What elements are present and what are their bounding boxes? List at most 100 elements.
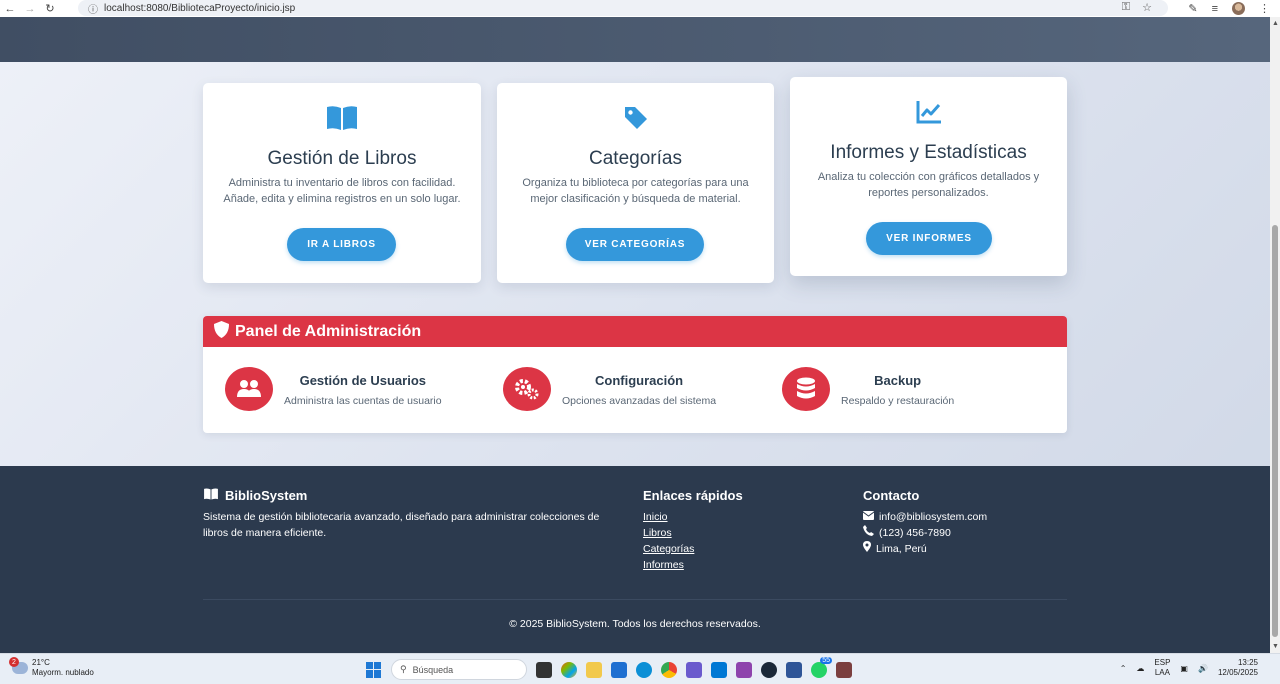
users-icon [225, 367, 273, 411]
footer-email: info@bibliosystem.com [879, 511, 988, 523]
card-description-line: mejor clasificación y búsqueda de materi… [530, 193, 741, 205]
admin-item-description: Opciones avanzadas del sistema [562, 395, 717, 407]
admin-panel-title: Panel de Administración [235, 322, 422, 340]
weather-temp: 21°C [32, 658, 50, 667]
footer-link-inicio[interactable]: Inicio [643, 509, 743, 525]
windows-start-icon[interactable] [366, 661, 382, 678]
steam-icon[interactable] [761, 661, 777, 678]
game-app-icon[interactable] [836, 661, 852, 678]
photo-app-icon[interactable] [686, 661, 702, 678]
admin-item-users[interactable]: Gestión de Usuarios Administra las cuent… [225, 367, 442, 411]
store-icon[interactable] [611, 661, 627, 678]
admin-item-settings[interactable]: Configuración Opciones avanzadas del sis… [503, 367, 716, 411]
weather-desc: Mayorm. nublado [32, 668, 94, 677]
copilot-icon[interactable] [561, 661, 577, 678]
clock-date: 12/05/2025 [1217, 668, 1258, 677]
extensions-icon[interactable]: ✎ [1188, 2, 1197, 15]
admin-item-title: Backup [874, 373, 922, 388]
card-title: Categorías [589, 148, 682, 169]
taskbar-search[interactable]: ⚲ Búsqueda [391, 659, 527, 680]
cloud-icon: 2 [9, 657, 28, 674]
admin-item-backup[interactable]: Backup Respaldo y restauración [782, 367, 954, 411]
search-icon: ⚲ [400, 664, 407, 674]
back-icon[interactable]: ← [0, 0, 20, 17]
scroll-thumb[interactable] [1272, 225, 1278, 637]
lang-bottom: LAA [1154, 668, 1170, 677]
chevron-up-icon[interactable]: ⌃ [1120, 664, 1127, 673]
address-bar[interactable]: ⓘ localhost:8080/BibliotecaProyecto/inic… [78, 0, 1168, 16]
envelope-icon [862, 509, 875, 525]
card-description-line: reportes personalizados. [868, 187, 989, 199]
site-info-icon[interactable]: ⓘ [88, 1, 98, 16]
browser-toolbar: ← → ↻ ⓘ localhost:8080/BibliotecaProyect… [0, 0, 1280, 17]
menu-dots-icon[interactable]: ⋮ [1259, 2, 1270, 15]
terminal-icon[interactable] [786, 661, 802, 678]
book-open-icon [203, 488, 219, 503]
task-view-icon[interactable] [536, 661, 552, 678]
reload-icon[interactable]: ↻ [40, 0, 60, 17]
footer-brand: BiblioSystem [225, 488, 308, 503]
whatsapp-badge: 55 [820, 656, 832, 664]
card-books: Gestión de Libros Administra tu inventar… [203, 83, 481, 283]
edge-icon[interactable] [636, 661, 652, 678]
tag-icon [497, 105, 774, 131]
scroll-up-arrow-icon[interactable]: ▲ [1272, 20, 1279, 27]
book-open-icon [203, 105, 481, 131]
windows-taskbar: 2 21°C Mayorm. nublado ⚲ Búsqueda 55 ⌃ ☁ [0, 653, 1280, 684]
admin-panel: Panel de Administración Gestión de Usuar… [203, 316, 1067, 433]
footer-divider [203, 599, 1067, 600]
map-marker-icon [863, 541, 871, 557]
chart-line-icon [790, 99, 1067, 125]
footer-link-informes[interactable]: Informes [643, 557, 743, 573]
database-icon [782, 367, 830, 411]
chrome-icon[interactable] [661, 661, 677, 678]
admin-item-title: Gestión de Usuarios [299, 373, 426, 388]
card-categories: Categorías Organiza tu biblioteca por ca… [497, 83, 774, 283]
shield-icon [214, 320, 229, 343]
footer-copyright: © 2025 BiblioSystem. Todos los derechos … [509, 618, 761, 630]
footer-about-line: Sistema de gestión bibliotecaria avanzad… [203, 511, 600, 523]
footer-phone: (123) 456-7890 [879, 527, 951, 539]
language-indicator[interactable]: ESP LAA [1154, 658, 1170, 678]
go-to-books-button[interactable]: IR A LIBROS [287, 228, 396, 261]
card-description-line: Añade, edita y elimina registros en un s… [223, 193, 461, 205]
admin-panel-header: Panel de Administración [203, 316, 1067, 347]
bookmark-star-icon[interactable]: ☆ [1142, 1, 1152, 14]
card-reports: Informes y Estadísticas Analiza tu colec… [790, 77, 1067, 276]
weather-widget[interactable]: 2 21°C Mayorm. nublado [9, 657, 94, 678]
admin-item-title: Configuración [594, 373, 684, 388]
page-scrollbar[interactable]: ▲ ▼ [1270, 17, 1280, 653]
view-reports-button[interactable]: VER INFORMES [866, 222, 992, 255]
taskbar-search-placeholder: Búsqueda [412, 664, 454, 675]
weather-badge: 2 [9, 657, 19, 667]
whatsapp-icon[interactable]: 55 [811, 656, 832, 678]
profile-avatar[interactable] [1232, 2, 1245, 15]
volume-icon[interactable]: 🔊 [1198, 664, 1208, 673]
admin-item-description: Respaldo y restauración [841, 395, 955, 407]
card-description-line: Analiza tu colección con gráficos detall… [817, 171, 1040, 183]
network-icon[interactable]: ▣ [1180, 664, 1188, 673]
reading-list-icon[interactable]: ≡ [1212, 3, 1218, 15]
password-key-icon[interactable]: ⚿ [1122, 1, 1130, 14]
url-text: localhost:8080/BibliotecaProyecto/inicio… [104, 2, 296, 14]
scroll-down-arrow-icon[interactable]: ▼ [1272, 643, 1279, 650]
footer-link-libros[interactable]: Libros [643, 525, 743, 541]
cogs-icon [503, 367, 551, 411]
onedrive-cloud-icon[interactable]: ☁ [1136, 664, 1144, 673]
footer: BiblioSystem Sistema de gestión bibliote… [0, 466, 1270, 653]
phone-icon [863, 525, 874, 541]
card-description-line: Organiza tu biblioteca por categorías pa… [522, 177, 749, 189]
view-categories-button[interactable]: VER CATEGORÍAS [566, 228, 704, 261]
footer-location: Lima, Perú [876, 543, 927, 555]
visual-studio-icon[interactable] [736, 661, 752, 678]
page-viewport: Gestión de Libros Administra tu inventar… [0, 17, 1270, 653]
footer-contact-title: Contacto [863, 488, 920, 503]
clock[interactable]: 13:25 12/05/2025 [1218, 658, 1258, 678]
footer-links-title: Enlaces rápidos [643, 488, 743, 503]
footer-link-categorias[interactable]: Categorías [643, 541, 743, 557]
file-explorer-icon[interactable] [586, 661, 602, 678]
vscode-icon[interactable] [711, 661, 727, 678]
forward-icon[interactable]: → [20, 0, 40, 17]
footer-about-line: libros de manera eficiente. [203, 527, 327, 539]
card-title: Informes y Estadísticas [830, 142, 1027, 163]
